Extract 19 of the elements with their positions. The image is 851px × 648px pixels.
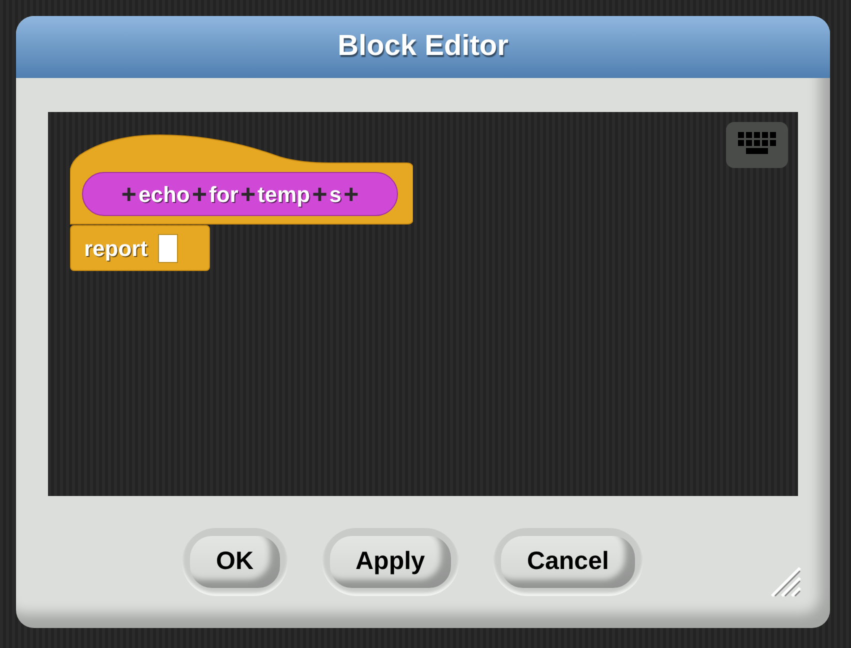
block-label: report (84, 234, 148, 263)
block-prototype[interactable]: +echo+for+temp+s+ (82, 172, 398, 216)
plus-sign[interactable]: + (240, 181, 256, 207)
plus-sign[interactable]: + (344, 181, 359, 207)
resize-handle-icon (770, 566, 802, 598)
input-slot[interactable] (158, 234, 178, 262)
prototype-label: for (209, 180, 238, 208)
dialog-button[interactable]: Apply (330, 536, 451, 588)
plus-sign[interactable]: + (192, 181, 208, 207)
keyboard-button[interactable] (726, 122, 788, 168)
prototype-label: echo (138, 180, 190, 208)
prototype-label: s (329, 180, 342, 208)
report-block[interactable]: report (70, 225, 210, 271)
dialog-button[interactable]: Cancel (500, 536, 635, 588)
dialog-button[interactable]: OK (190, 536, 280, 588)
window-title: Block Editor (338, 29, 508, 64)
prototype-label: temp (258, 180, 310, 209)
plus-sign[interactable]: + (121, 181, 136, 207)
plus-sign[interactable]: + (312, 181, 328, 207)
